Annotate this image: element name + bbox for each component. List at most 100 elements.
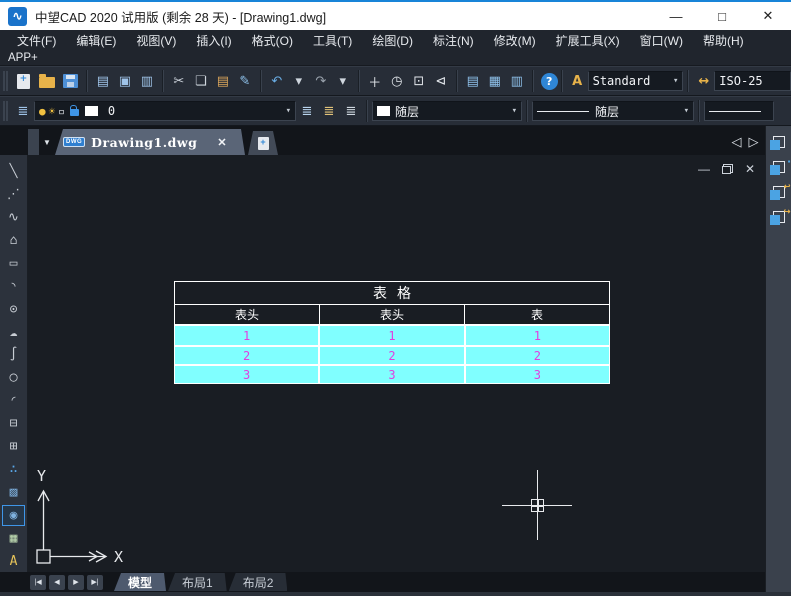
menu-item[interactable]: 标注(N) xyxy=(424,30,483,51)
plot-export-button[interactable]: ▥ xyxy=(136,70,158,92)
layer-thaw-icon[interactable]: ☀ xyxy=(49,105,56,118)
menu-item[interactable]: 文件(F) xyxy=(8,30,65,51)
line-tool[interactable]: ╲ xyxy=(2,161,25,182)
tab-scroll-right-button[interactable]: ▷ xyxy=(746,129,761,155)
print-button[interactable]: ▤ xyxy=(92,70,114,92)
copy-button[interactable]: ❏ xyxy=(190,70,212,92)
document-tab-active[interactable]: DWG Drawing1.dwg ✕ xyxy=(55,129,245,155)
menu-item[interactable]: 修改(M) xyxy=(485,30,545,51)
point-tool[interactable]: ∴ xyxy=(2,459,25,480)
zoom-previous-button[interactable]: ⊲ xyxy=(430,70,452,92)
maximize-button[interactable]: □ xyxy=(699,2,745,30)
tab-next-button[interactable]: ▶ xyxy=(68,575,84,590)
menu-item[interactable]: 绘图(D) xyxy=(363,30,422,51)
layer-vp-freeze-icon[interactable]: ▫ xyxy=(58,105,65,118)
zoom-realtime-button[interactable]: ◷ xyxy=(386,70,408,92)
redo-button[interactable]: ↷ xyxy=(310,70,332,92)
close-button[interactable]: ✕ xyxy=(745,2,791,30)
new-drawing-tab-button[interactable]: + xyxy=(248,131,278,155)
paste-entities-icon[interactable]: ▪ xyxy=(770,161,788,177)
make-block-tool[interactable]: ⊞ xyxy=(2,436,25,457)
app-plus-menu[interactable]: APP+ xyxy=(8,52,38,64)
blocks-icon xyxy=(770,136,785,150)
ellipse-arc-tool[interactable]: ◜ xyxy=(2,390,25,411)
new-button[interactable]: + xyxy=(17,74,30,89)
minimize-button[interactable]: — xyxy=(653,2,699,30)
ellipse-tool[interactable]: ◯ xyxy=(2,367,25,388)
menu-item[interactable]: 插入(I) xyxy=(187,30,240,51)
insert-block-tool[interactable]: ⊟ xyxy=(2,413,25,434)
toolbar-grip[interactable] xyxy=(3,101,8,121)
properties-palette-button[interactable]: ▤ xyxy=(462,70,484,92)
tab-scroll-left-button[interactable]: ◁ xyxy=(729,129,744,155)
table-tool[interactable]: ▦ xyxy=(2,528,25,549)
print-preview-button[interactable]: ▣ xyxy=(114,70,136,92)
menu-item[interactable]: 编辑(E) xyxy=(67,30,125,51)
dim-style-icon[interactable]: ↔ xyxy=(693,70,714,92)
layer-on-icon[interactable]: ● xyxy=(39,105,46,118)
circle-tool[interactable]: ⊙ xyxy=(2,299,25,320)
block-in-icon[interactable]: ↩ xyxy=(770,186,788,202)
redo-dropdown[interactable]: ▾ xyxy=(332,70,354,92)
arc-tool[interactable]: ◝ xyxy=(2,276,25,297)
menu-item[interactable]: 帮助(H) xyxy=(694,30,753,51)
doc-close-button[interactable]: ✕ xyxy=(745,162,755,176)
drawing-canvas[interactable]: — ✕ 表格 表头表头表 1 1 1 xyxy=(28,155,765,572)
tab-close-icon[interactable]: ✕ xyxy=(217,136,226,149)
rectangle-tool[interactable]: ▭ xyxy=(2,253,25,274)
layout-tab[interactable]: 模型 xyxy=(114,573,166,591)
polygon-tool[interactable]: ⌂ xyxy=(2,230,25,251)
app-plus-row: APP+ xyxy=(0,50,791,66)
save-button[interactable] xyxy=(63,74,78,88)
match-properties-button[interactable]: ✎ xyxy=(234,70,256,92)
spline-tool[interactable]: ∫ xyxy=(2,345,25,366)
menu-item[interactable]: 工具(T) xyxy=(304,30,361,51)
paste-button[interactable]: ▤ xyxy=(212,70,234,92)
help-button[interactable]: ? xyxy=(541,73,558,90)
polyline-tool[interactable]: ∿ xyxy=(2,207,25,228)
construction-line-tool[interactable]: ⋰ xyxy=(2,184,25,205)
menu-item[interactable]: 视图(V) xyxy=(127,30,185,51)
undo-button[interactable]: ↶ xyxy=(266,70,288,92)
ucs-y-label: Y xyxy=(37,467,46,485)
tab-list-button[interactable]: ▼ xyxy=(39,129,55,155)
region-tool[interactable]: ◉ xyxy=(2,505,25,526)
layer-unlock-icon[interactable] xyxy=(70,109,79,116)
menu-item[interactable]: 扩展工具(X) xyxy=(547,30,629,51)
table-row: 3 3 3 xyxy=(175,364,609,383)
block-out-icon[interactable]: ↪ xyxy=(770,211,788,227)
tab-last-button[interactable]: ▶| xyxy=(87,575,103,590)
lineweight-combo[interactable] xyxy=(704,101,774,121)
layer-states-button[interactable]: ≣ xyxy=(340,100,362,122)
pan-button[interactable]: ＋ xyxy=(364,70,386,92)
doc-restore-button[interactable] xyxy=(722,162,733,176)
revision-cloud-tool[interactable]: ☁ xyxy=(2,322,25,343)
doc-minimize-button[interactable]: — xyxy=(698,162,710,176)
tab-prev-button[interactable]: ◀ xyxy=(49,575,65,590)
designcenter-button[interactable]: ▦ xyxy=(484,70,506,92)
linetype-combo[interactable]: 随层 ▾ xyxy=(532,101,694,121)
zoom-window-button[interactable]: ⊡ xyxy=(408,70,430,92)
tool-palettes-button[interactable]: ▥ xyxy=(506,70,528,92)
undo-dropdown[interactable]: ▾ xyxy=(288,70,310,92)
layout-tab-bar: |◀◀▶▶| 模型布局1布局2 xyxy=(0,572,765,592)
layer-previous-button[interactable]: ≣ xyxy=(318,100,340,122)
dim-style-combo[interactable]: ISO-25 xyxy=(714,71,791,91)
menu-item[interactable]: 格式(O) xyxy=(243,30,302,51)
layout-tab[interactable]: 布局1 xyxy=(168,573,227,591)
cut-button[interactable]: ✂ xyxy=(168,70,190,92)
layer-combo[interactable]: ● ☀ ▫ 0 ▾ xyxy=(34,101,296,121)
menu-item[interactable]: 窗口(W) xyxy=(631,30,692,51)
text-style-icon[interactable]: A xyxy=(567,70,588,92)
text-style-combo[interactable]: Standard ▾ xyxy=(588,71,684,91)
open-button[interactable] xyxy=(39,77,55,88)
make-object-layer-current-button[interactable]: ≣ xyxy=(296,100,318,122)
copy-entities-icon[interactable] xyxy=(770,136,788,152)
hatch-tool[interactable]: ▨ xyxy=(2,482,25,503)
toolbar-grip[interactable] xyxy=(3,71,8,91)
layout-tab[interactable]: 布局2 xyxy=(229,573,288,591)
tab-first-button[interactable]: |◀ xyxy=(30,575,46,590)
layer-manager-button[interactable]: ≣ xyxy=(12,100,34,122)
color-combo[interactable]: 随层 ▾ xyxy=(372,101,522,121)
mtext-tool[interactable]: A xyxy=(2,551,25,572)
